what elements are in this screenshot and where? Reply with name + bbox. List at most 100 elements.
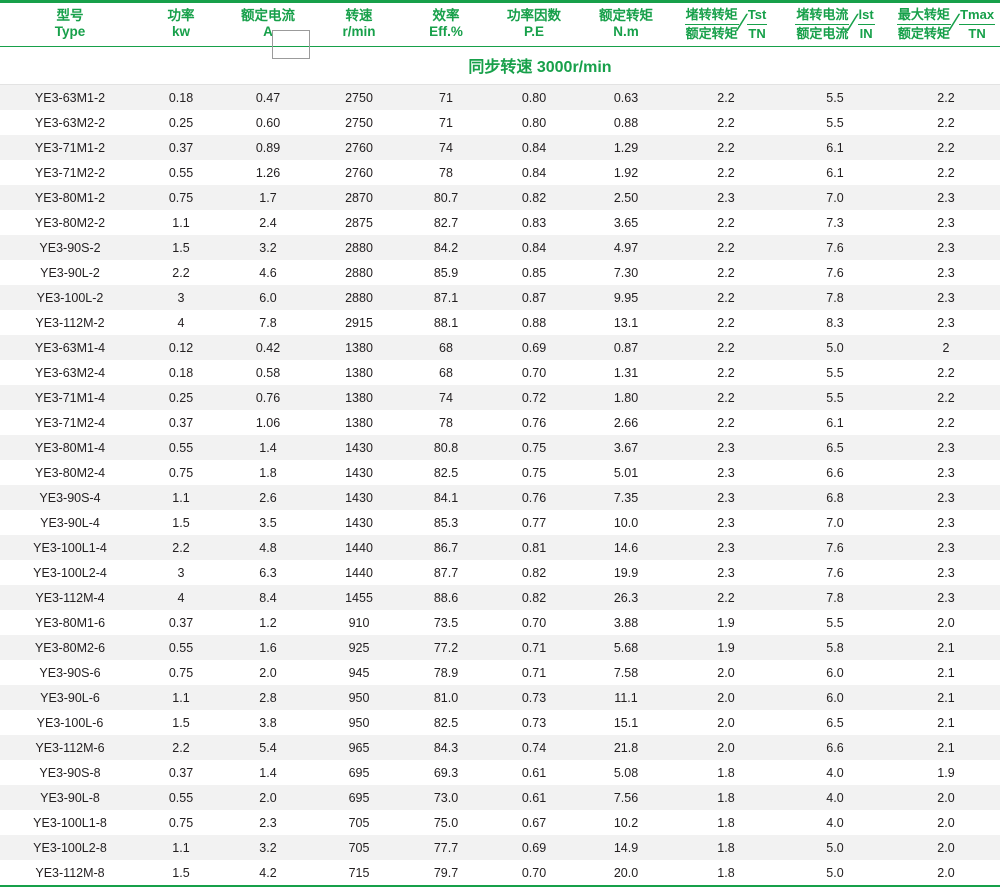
cell-value: 2.0 [672,710,780,736]
cell-value: 4.97 [580,235,672,261]
cell-value: 0.69 [488,335,580,361]
cell-value: 69.3 [404,760,488,786]
cell-value: 2.2 [672,310,780,336]
cell-value: 6.5 [780,435,890,461]
cell-value: 1440 [314,560,404,586]
cell-value: 0.58 [222,360,314,386]
cell-value: 2.0 [672,735,780,761]
table-row: YE3-80M2-4 0.75 1.8 1430 82.5 0.75 5.01 2.3 6.6 2… [0,460,1000,486]
header-cn-power-factor: 功率因数 [507,7,561,23]
cell-value: 0.76 [488,410,580,436]
cell-value: 0.18 [140,84,222,111]
cell-value: 1440 [314,535,404,561]
header-cn-speed: 转速 [345,7,373,23]
cell-value: 0.89 [222,135,314,161]
cell-value: 2.3 [672,535,780,561]
motor-specification-table: 型号 Type 功率 kw 额定电流 A 转速 r/min 效率 Eff.% 功… [0,0,1000,887]
cell-value: 6.1 [780,410,890,436]
cell-value: 2.0 [890,810,1000,836]
cell-value: 0.76 [222,385,314,411]
cell-value: 14.9 [580,835,672,861]
cell-motor-type: YE3-100L2-8 [0,835,140,861]
cell-value: 950 [314,685,404,711]
header-cn-rated-torque: 额定转矩 [599,7,653,23]
cell-value: 2.3 [890,235,1000,261]
cell-value: 0.25 [140,110,222,136]
cell-value: 0.37 [140,760,222,786]
cell-value: 1.31 [580,360,672,386]
cell-value: 2.3 [222,810,314,836]
cell-value: 0.88 [580,110,672,136]
cell-value: 2760 [314,160,404,186]
cell-value: 0.74 [488,735,580,761]
cell-motor-type: YE3-100L-2 [0,285,140,311]
cell-value: 965 [314,735,404,761]
cell-value: 3.65 [580,210,672,236]
cell-value: 2.2 [672,285,780,311]
cell-value: 0.77 [488,510,580,536]
column-header-type: 型号 Type [0,0,140,48]
cell-value: 2.2 [890,135,1000,161]
cell-value: 0.87 [488,285,580,311]
cell-value: 19.9 [580,560,672,586]
header-cn-den-mt: 额定转矩 [897,25,950,41]
cell-value: 1.26 [222,160,314,186]
cell-value: 2.3 [890,210,1000,236]
cell-value: 81.0 [404,685,488,711]
cell-value: 1.29 [580,135,672,161]
cell-value: 2.0 [672,660,780,686]
cell-value: 0.70 [488,360,580,386]
cell-value: 1.4 [222,760,314,786]
cell-value: 0.25 [140,385,222,411]
cell-value: 4.0 [780,785,890,811]
cell-value: 2.2 [672,335,780,361]
cell-value: 7.35 [580,485,672,511]
header-cn-rated-current: 额定电流 [241,7,295,23]
cell-value: 7.0 [780,510,890,536]
cell-value: 0.18 [140,360,222,386]
cell-value: 910 [314,610,404,636]
cell-value: 2.2 [140,735,222,761]
cell-value: 0.80 [488,110,580,136]
cell-value: 0.42 [222,335,314,361]
cell-value: 7.0 [780,185,890,211]
cell-value: 0.84 [488,135,580,161]
cell-value: 5.8 [780,635,890,661]
cell-value: 2.0 [890,610,1000,636]
cell-value: 0.70 [488,610,580,636]
cell-value: 0.71 [488,635,580,661]
cell-value: 84.2 [404,235,488,261]
cell-value: 0.12 [140,335,222,361]
cell-value: 0.75 [140,460,222,486]
cell-value: 1.9 [672,610,780,636]
cell-motor-type: YE3-90L-2 [0,260,140,286]
cell-value: 2.2 [890,385,1000,411]
cell-value: 2.8 [222,685,314,711]
cell-value: 0.82 [488,585,580,611]
cell-motor-type: YE3-90L-4 [0,510,140,536]
cell-value: 695 [314,760,404,786]
cell-motor-type: YE3-112M-6 [0,735,140,761]
cell-value: 6.1 [780,135,890,161]
table-row: YE3-90L-61.12.895081.00.7311.12.06.02.15… [0,685,1000,711]
column-header-efficiency: 效率 Eff.% [404,0,488,48]
cell-value: 6.8 [780,485,890,511]
cell-value: 1455 [314,585,404,611]
cell-value: 5.0 [780,835,890,861]
cell-value: 80.7 [404,185,488,211]
cell-value: 0.55 [140,435,222,461]
cell-value: 0.72 [488,385,580,411]
cell-value: 0.60 [222,110,314,136]
cell-value: 87.7 [404,560,488,586]
cell-value: 9.95 [580,285,672,311]
table-row: YE3-100L2-4 3 6.3 1440 87.7 0.82 19.9 2.3 7.6 2.3… [0,560,1000,586]
cell-value: 2.3 [890,585,1000,611]
cell-value: 2.1 [890,635,1000,661]
cell-value: 3.2 [222,835,314,861]
table-body: 同步转速 3000r/min YE3-63M1-2 0.18 0.47 2750 71 0… [0,46,1000,887]
cell-value: 6.6 [780,735,890,761]
cell-value: 2.3 [672,435,780,461]
cell-value: 1.06 [222,410,314,436]
cell-value: 4 [140,585,222,611]
cell-value: 7.30 [580,260,672,286]
